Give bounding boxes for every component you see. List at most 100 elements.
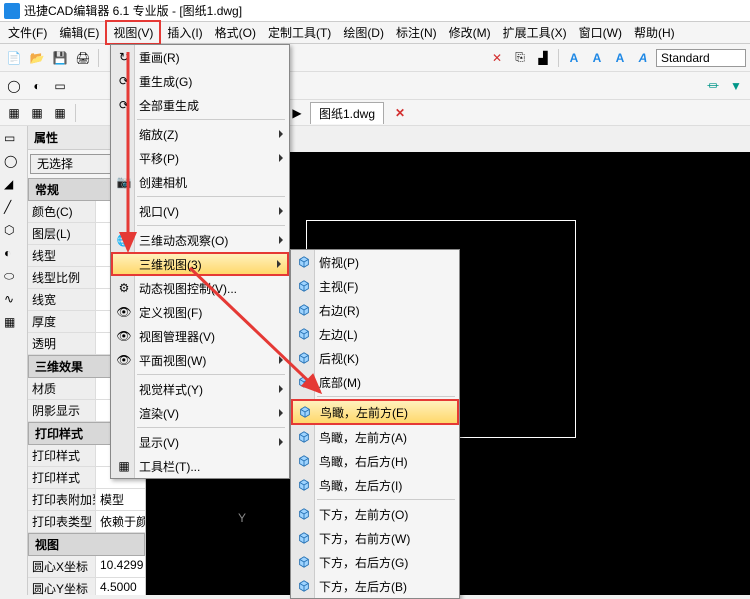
menu-item[interactable]: 下方，右前方(W) [291, 526, 459, 550]
open-icon[interactable]: 📂 [27, 48, 47, 68]
property-value[interactable]: 依赖于颜... [96, 511, 145, 532]
tool-icon[interactable]: ◯ [3, 153, 23, 173]
menu-custom-tools[interactable]: 定制工具(T) [262, 22, 337, 43]
menu-draw[interactable]: 绘图(D) [337, 22, 390, 43]
cube-icon [295, 428, 313, 446]
menu-insert[interactable]: 插入(I) [161, 22, 208, 43]
tool-icon[interactable]: ⬭ [3, 268, 23, 288]
mirror-icon[interactable]: ▟ [533, 48, 553, 68]
menu-item[interactable]: ⟳重生成(G) [111, 69, 289, 93]
menu-item[interactable]: 下方，右后方(G) [291, 550, 459, 574]
cube-icon [295, 452, 313, 470]
menu-window[interactable]: 窗口(W) [573, 22, 628, 43]
save-icon[interactable]: 💾 [50, 48, 70, 68]
layer-icon[interactable]: ▦ [27, 103, 47, 123]
submenu-arrow-icon [279, 154, 283, 162]
menu-separator [137, 427, 285, 428]
menu-item[interactable]: ↻重画(R) [111, 45, 289, 69]
menu-item[interactable]: 主视(F) [291, 274, 459, 298]
menu-item[interactable]: 下方，左后方(B) [291, 574, 459, 598]
filter-icon[interactable]: ⏛ [703, 76, 723, 96]
menu-item[interactable]: 鸟瞰，左前方(A) [291, 425, 459, 449]
tool-icon[interactable]: ◯ [4, 76, 24, 96]
menu-item[interactable]: 下方，左前方(O) [291, 502, 459, 526]
property-row[interactable]: 圆心Y坐标4.5000 [28, 578, 145, 595]
menu-file[interactable]: 文件(F) [2, 22, 53, 43]
ucs-axis: Y [224, 525, 264, 565]
layer-icon[interactable]: ▦ [50, 103, 70, 123]
menu-dimension[interactable]: 标注(N) [390, 22, 443, 43]
menu-view[interactable]: 视图(V) [105, 20, 161, 45]
tool-icon[interactable]: ╱ [3, 199, 23, 219]
property-value[interactable]: 4.5000 [96, 578, 145, 595]
menu-item[interactable]: 俯视(P) [291, 250, 459, 274]
new-icon[interactable]: 📄 [4, 48, 24, 68]
menu-modify[interactable]: 修改(M) [443, 22, 497, 43]
section-view[interactable]: 视图 [28, 533, 145, 556]
menu-item[interactable]: 👁平面视图(W) [111, 348, 289, 372]
property-label: 打印表类型 [28, 511, 96, 532]
tab-nav-icon[interactable]: ▶ [287, 103, 307, 123]
property-label: 颜色(C) [28, 201, 96, 222]
delete-icon[interactable]: ✕ [487, 48, 507, 68]
property-row[interactable]: 打印表附加到模型 [28, 489, 145, 511]
menu-item-label: 视口(V) [139, 203, 179, 220]
tool-icon[interactable]: ◢ [3, 176, 23, 196]
funnel-icon[interactable]: ▼ [726, 76, 746, 96]
copy-icon[interactable]: ⎘ [510, 48, 530, 68]
menu-item[interactable]: 🌐三维动态观察(O) [111, 228, 289, 252]
text-a-icon[interactable]: A [564, 48, 584, 68]
menu-item[interactable]: 鸟瞰，左前方(E) [291, 399, 459, 425]
menu-item[interactable]: 鸟瞰，右后方(H) [291, 449, 459, 473]
cube-icon [295, 277, 313, 295]
blank-icon [115, 404, 133, 422]
submenu-arrow-icon [279, 207, 283, 215]
menu-item[interactable]: 👁视图管理器(V) [111, 324, 289, 348]
tool-icon[interactable]: ▦ [3, 314, 23, 334]
menu-item[interactable]: 📷创建相机 [111, 170, 289, 194]
text-ai-icon[interactable]: A [633, 48, 653, 68]
menu-item[interactable]: 视口(V) [111, 199, 289, 223]
tool-icon[interactable]: ▭ [3, 130, 23, 150]
menu-item[interactable]: 视觉样式(Y) [111, 377, 289, 401]
menu-item-label: 渲染(V) [139, 405, 179, 422]
close-tab-icon[interactable]: ✕ [393, 106, 407, 120]
menu-help[interactable]: 帮助(H) [628, 22, 681, 43]
cube-icon [295, 476, 313, 494]
menu-item[interactable]: 底部(M) [291, 370, 459, 394]
tool-icon[interactable]: ▭ [50, 76, 70, 96]
property-value[interactable]: 模型 [96, 489, 145, 510]
regen-icon: ⟳ [115, 72, 133, 90]
text-a-icon[interactable]: A [610, 48, 630, 68]
menu-item[interactable]: ⚙动态视图控制(V)... [111, 276, 289, 300]
text-style-input[interactable] [656, 49, 746, 67]
menu-item[interactable]: ⟳全部重生成 [111, 93, 289, 117]
tool-icon[interactable]: ◐ [27, 76, 47, 96]
menu-item[interactable]: 左边(L) [291, 322, 459, 346]
menu-item[interactable]: 缩放(Z) [111, 122, 289, 146]
property-row[interactable]: 圆心X坐标10.4299 [28, 556, 145, 578]
text-a-icon[interactable]: A [587, 48, 607, 68]
menu-item-label: 显示(V) [139, 434, 179, 451]
menu-item[interactable]: 鸟瞰，左后方(I) [291, 473, 459, 497]
tool-icon[interactable]: ∿ [3, 291, 23, 311]
layer-icon[interactable]: ▦ [4, 103, 24, 123]
menu-item[interactable]: 👁定义视图(F) [111, 300, 289, 324]
property-value[interactable]: 10.4299 [96, 556, 145, 577]
tool-icon[interactable]: ◐ [3, 245, 23, 265]
tool-icon[interactable]: ⬡ [3, 222, 23, 242]
menu-extend-tools[interactable]: 扩展工具(X) [497, 22, 573, 43]
menu-item[interactable]: 右边(R) [291, 298, 459, 322]
menu-edit[interactable]: 编辑(E) [53, 22, 105, 43]
menu-item[interactable]: 平移(P) [111, 146, 289, 170]
menu-item[interactable]: 渲染(V) [111, 401, 289, 425]
menu-item[interactable]: 显示(V) [111, 430, 289, 454]
menu-format[interactable]: 格式(O) [209, 22, 262, 43]
menu-item[interactable]: 三维视图(3) [111, 252, 289, 276]
property-row[interactable]: 打印表类型依赖于颜... [28, 511, 145, 533]
app-icon [4, 3, 20, 19]
menu-item[interactable]: 后视(K) [291, 346, 459, 370]
print-icon[interactable]: 🖨 [73, 48, 93, 68]
menu-item[interactable]: ▦工具栏(T)... [111, 454, 289, 478]
file-tab[interactable]: 图纸1.dwg [310, 102, 384, 124]
